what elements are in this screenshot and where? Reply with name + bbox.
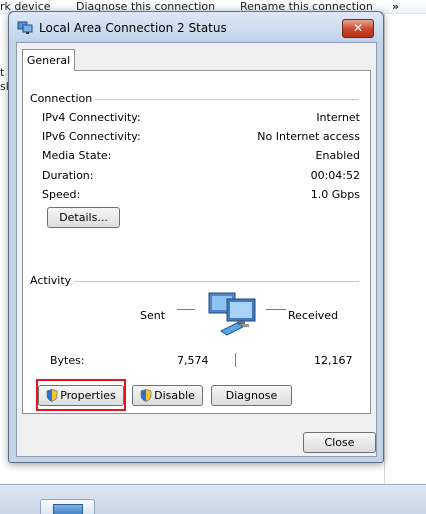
received-line — [266, 309, 286, 310]
tab-general[interactable]: General — [22, 49, 75, 71]
ipv6-value: No Internet access — [257, 130, 360, 143]
bg-toolbar-overflow[interactable]: » — [392, 0, 399, 13]
highlight-box — [36, 379, 126, 411]
window-title: Local Area Connection 2 Status — [39, 21, 227, 35]
uac-shield-icon — [140, 388, 152, 402]
sent-line — [177, 309, 195, 310]
network-activity-icon — [208, 292, 256, 336]
duration-label: Duration: — [42, 169, 94, 182]
bytes-received-value: 12,167 — [314, 354, 353, 367]
media-state-label: Media State: — [42, 149, 112, 162]
taskbar — [0, 484, 426, 514]
media-state-value: Enabled — [315, 149, 360, 162]
speed-value: 1.0 Gbps — [310, 188, 360, 201]
details-button[interactable]: Details... — [47, 207, 120, 228]
bytes-divider — [235, 353, 236, 367]
taskbar-button[interactable] — [40, 499, 95, 514]
network-connection-icon — [17, 21, 33, 34]
activity-divider — [74, 281, 359, 282]
close-button[interactable]: Close — [303, 432, 376, 453]
bytes-sent-value: 7,574 — [177, 354, 209, 367]
network-window-icon — [53, 504, 83, 514]
received-label: Received — [288, 309, 339, 322]
status-dialog: Local Area Connection 2 Status ✕ General… — [8, 11, 384, 463]
disable-button[interactable]: Disable — [132, 385, 203, 406]
ipv4-value: Internet — [316, 111, 360, 124]
speed-label: Speed: — [42, 188, 81, 201]
disable-button-label: Disable — [154, 389, 195, 402]
bytes-label: Bytes: — [50, 354, 85, 367]
connection-heading: Connection — [30, 92, 93, 105]
diagnose-button[interactable]: Diagnose — [211, 385, 292, 406]
ipv4-label: IPv4 Connectivity: — [42, 111, 141, 124]
activity-heading: Activity — [30, 274, 72, 287]
bg-fragment: t — [0, 66, 5, 79]
dialog-client: General Connection IPv4 Connectivity: In… — [16, 42, 377, 457]
duration-value: 00:04:52 — [310, 169, 360, 182]
ipv6-label: IPv6 Connectivity: — [42, 130, 141, 143]
title-bar[interactable]: Local Area Connection 2 Status ✕ — [9, 12, 383, 42]
bg-divider — [384, 14, 385, 484]
connection-divider — [95, 99, 359, 100]
close-window-button[interactable]: ✕ — [342, 19, 374, 38]
sent-label: Sent — [140, 309, 166, 322]
